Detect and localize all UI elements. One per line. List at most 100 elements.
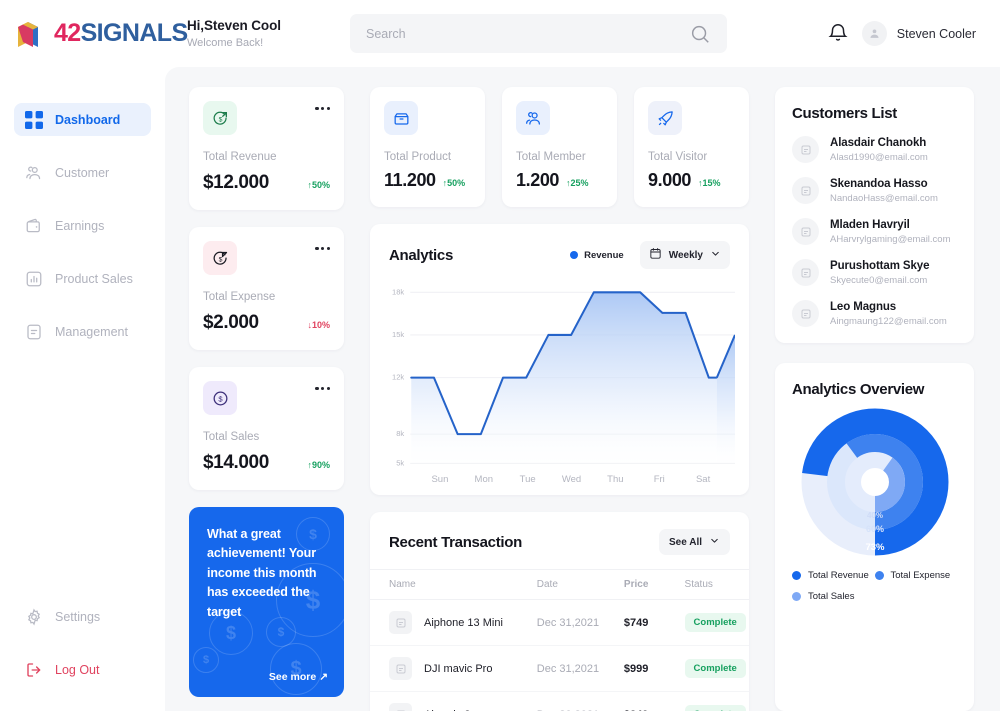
sidebar-item-label: Earnings: [55, 218, 105, 233]
stat-value-row: $12.000 ↑50%: [203, 172, 330, 194]
customer-name: Alasdair Chanokh: [830, 136, 927, 149]
stat-value: 1.200: [516, 170, 560, 190]
logout-icon: [25, 661, 43, 679]
more-dots-icon[interactable]: [315, 101, 330, 111]
chart-x-axis: Sun Mon Tue Wed Thu Fri Sat: [382, 474, 735, 485]
stat-card-total-revenue: $ Total Revenue $12.000 ↑50%: [189, 87, 344, 210]
legend-label: Total Sales: [808, 591, 855, 602]
sidebar-item-settings[interactable]: Settings: [14, 600, 151, 633]
rocket-icon: [648, 101, 682, 135]
customers-list-title: Customers List: [792, 105, 897, 122]
greeting-subtitle: Welcome Back!: [187, 37, 264, 49]
stat-header: [648, 101, 735, 135]
more-dots-icon[interactable]: [315, 381, 330, 391]
main-content: $ Total Revenue $12.000 ↑50% $ Total Exp…: [165, 67, 1000, 711]
top-header: 42SIGNALS Hi,Steven Cool Welcome Back! S…: [0, 0, 1000, 67]
see-all-label: See All: [669, 536, 702, 548]
table-body: Aiphone 13 Mini Dec 31,2021 $749 Complet…: [370, 599, 749, 711]
customer-name: Purushottam Skye: [830, 259, 930, 272]
analytics-chart: 18k 15k 12k 8k 5k Sun Mon Tue Wed Thu Fr…: [370, 269, 749, 495]
dollar-decoration-icon: $: [270, 643, 322, 695]
stat-value-row: 1.200 ↑25%: [516, 170, 603, 191]
sidebar-item-earnings[interactable]: Earnings: [14, 209, 151, 242]
greeting-title: Hi,Steven Cool: [187, 18, 281, 33]
analytics-range-selector[interactable]: Weekly: [639, 241, 730, 269]
list-item[interactable]: Purushottam Skye Skyecute0@email.com: [792, 259, 957, 286]
stat-value-row: 11.200 ↑50%: [384, 170, 471, 191]
transaction-date: Dec 31,2021: [536, 645, 624, 692]
notification-bell-icon[interactable]: [827, 22, 849, 46]
customer-email: NandaoHass@email.com: [830, 192, 938, 204]
svg-text:$: $: [218, 394, 223, 403]
dollar-decoration-icon: $: [193, 647, 219, 673]
greeting-block: Hi,Steven Cool Welcome Back!: [165, 18, 350, 49]
search-input[interactable]: [366, 26, 689, 41]
see-all-button[interactable]: See All: [659, 529, 730, 555]
transaction-price: $999: [623, 645, 685, 692]
svg-text:5k: 5k: [396, 458, 404, 467]
sidebar-item-dashboard[interactable]: Dashboard: [14, 103, 151, 136]
promo-card: $ $ $ $ $ $ What a great achievement! Yo…: [189, 507, 344, 697]
user-avatar-icon: [861, 21, 887, 46]
legend-dot-icon: [874, 571, 884, 580]
stat-label: Total Expense: [203, 291, 276, 303]
arrow-up-right-icon: ↗: [319, 671, 328, 683]
list-item[interactable]: Leo Magnus Aingmaung122@email.com: [792, 300, 957, 327]
list-item[interactable]: Mladen Havryil AHarvrylgaming@email.com: [792, 218, 957, 245]
product-cell: DJI mavic Pro: [389, 657, 537, 680]
customer-info: Mladen Havryil AHarvrylgaming@email.com: [830, 219, 951, 245]
header-actions: Steven Cooler: [827, 21, 1000, 46]
stat-label: Total Visitor: [648, 151, 708, 163]
customer-info: Purushottam Skye Skyecute0@email.com: [830, 260, 929, 286]
customer-avatar-icon: [792, 136, 819, 163]
product-name: Aiphone 13 Mini: [424, 616, 503, 629]
search-bar[interactable]: [350, 14, 727, 53]
analytics-overview-title: Analytics Overview: [792, 381, 925, 398]
body-wrapper: Dashboard Customer Earnings Product Sale…: [0, 67, 1000, 711]
sidebar-item-label: Customer: [55, 165, 110, 180]
more-dots-icon[interactable]: [315, 241, 330, 251]
list-item[interactable]: Alasdair Chanokh Alasd1990@email.com: [792, 136, 957, 163]
analytics-range-label: Weekly: [668, 249, 703, 261]
stat-header: [516, 101, 603, 135]
search-icon[interactable]: [689, 23, 711, 45]
table-row[interactable]: Aiphone 13 Mini Dec 31,2021 $749 Complet…: [370, 599, 749, 646]
user-name-label: Steven Cooler: [896, 26, 976, 41]
sidebar-item-management[interactable]: Management: [14, 315, 151, 348]
user-menu[interactable]: Steven Cooler: [861, 21, 976, 46]
sidebar-item-label: Settings: [55, 609, 101, 624]
x-tick-label: Tue: [519, 474, 536, 485]
svg-text:15k: 15k: [392, 330, 404, 339]
sidebar-item-logout[interactable]: Log Out: [14, 653, 151, 686]
stat-change: ↓10%: [307, 320, 330, 330]
customer-avatar-icon: [792, 177, 819, 204]
sidebar-item-label: Log Out: [55, 662, 100, 677]
stat-card-total-expense: $ Total Expense $2.000 ↓10%: [189, 227, 344, 350]
transaction-date: Dec 30,2021: [536, 691, 624, 711]
x-tick-label: Sun: [431, 474, 449, 485]
svg-text:$: $: [218, 256, 222, 263]
cube-logo-icon: [14, 18, 48, 50]
legend-dot-icon: [792, 571, 801, 580]
promo-see-more-button[interactable]: See more ↗: [269, 671, 328, 683]
customer-name: Leo Magnus: [830, 300, 897, 313]
chart-area-fill: [411, 292, 717, 467]
stat-card-total-visitor: Total Visitor 9.000 ↑15%: [634, 87, 749, 207]
sidebar-item-customer[interactable]: Customer: [14, 156, 151, 189]
table-row[interactable]: DJI mavic Pro Dec 31,2021 $999 Complete: [370, 645, 749, 692]
stat-change: ↑25%: [566, 178, 589, 188]
sidebar-item-product-sales[interactable]: Product Sales: [14, 262, 151, 295]
list-item[interactable]: Skenandoa Hasso NandaoHass@email.com: [792, 177, 957, 204]
grid-icon: [25, 110, 43, 129]
stat-label: Total Sales: [203, 431, 260, 443]
donut-label-middle: 60%: [865, 524, 883, 534]
customer-avatar-icon: [792, 218, 819, 245]
box-icon: [384, 101, 418, 135]
sidebar-item-label: Dashboard: [55, 112, 121, 127]
customer-email: AHarvrylgaming@email.com: [830, 233, 951, 245]
table-row[interactable]: Airpods 3 Dec 30,2021 $249 Complete: [370, 691, 749, 711]
promo-message: What a great achievement! Your income th…: [207, 527, 317, 619]
brand-logo[interactable]: 42SIGNALS: [0, 18, 188, 50]
analytics-tools: Revenue Weekly: [570, 241, 730, 269]
customer-info: Alasdair Chanokh Alasd1990@email.com: [830, 137, 928, 163]
